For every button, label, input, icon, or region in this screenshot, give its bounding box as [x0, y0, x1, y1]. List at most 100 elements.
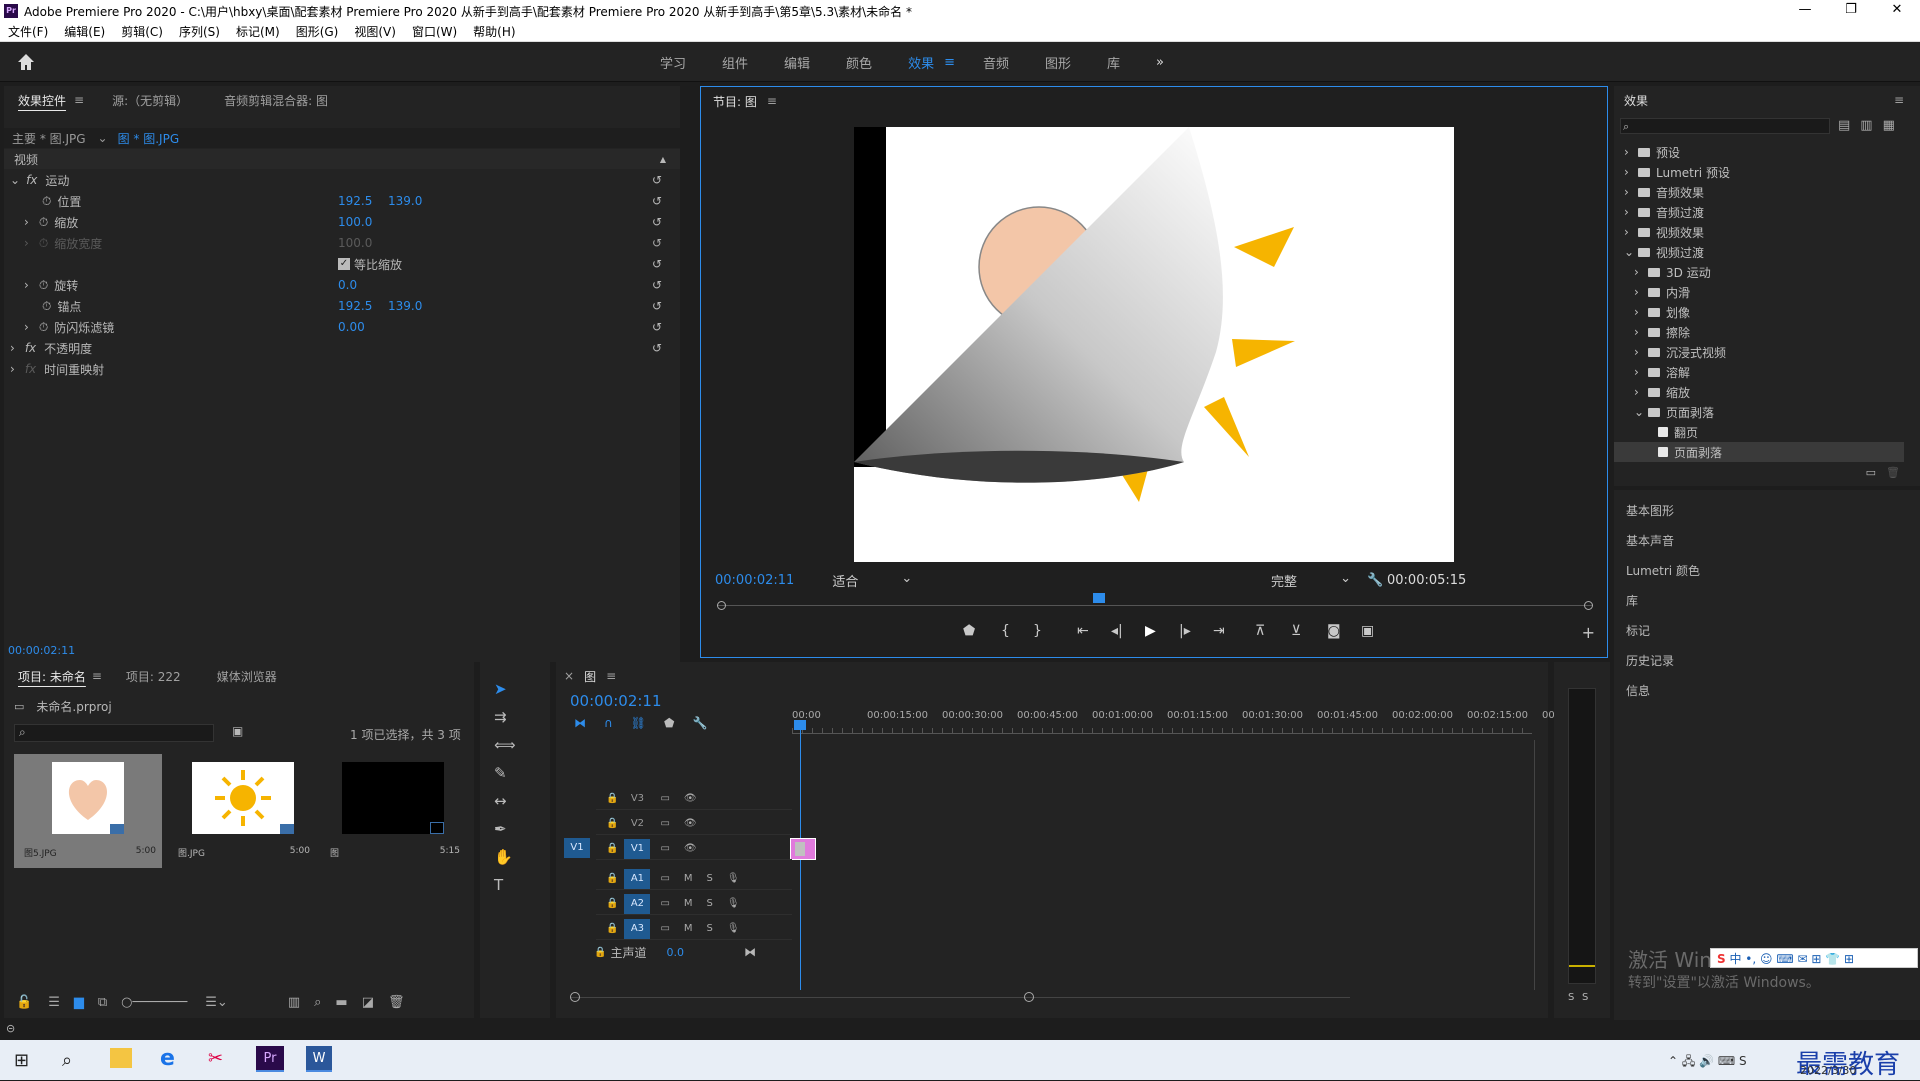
- track-target[interactable]: A3: [624, 918, 651, 939]
- effects-tree-item[interactable]: › 预设: [1614, 142, 1904, 162]
- reset-icon[interactable]: ↺: [652, 341, 662, 355]
- workspace-tab-effects[interactable]: 效果: [908, 53, 934, 72]
- meter-solo-right[interactable]: S: [1582, 992, 1588, 1003]
- lock-icon[interactable]: 🔓: [16, 995, 32, 1010]
- step-forward-icon[interactable]: |▸: [1179, 623, 1191, 639]
- timeline-ruler[interactable]: 00:00 00:00:15:00 00:00:30:00 00:00:45:00 00…: [792, 706, 1558, 736]
- chevron-right-icon[interactable]: ›: [10, 341, 15, 355]
- workspace-tab-learn[interactable]: 学习: [660, 53, 686, 72]
- panel-section-tab[interactable]: 历史记录: [1626, 652, 1674, 669]
- workspace-tab-color[interactable]: 颜色: [846, 53, 872, 72]
- yuv-effects-icon[interactable]: ▦: [1883, 118, 1895, 133]
- mute-button[interactable]: M: [684, 923, 693, 934]
- sequence-tab[interactable]: 图: [584, 668, 596, 685]
- reset-icon[interactable]: ↺: [652, 236, 662, 250]
- solo-button[interactable]: S: [707, 898, 713, 909]
- chevron-right-icon[interactable]: ›: [1624, 225, 1638, 239]
- solo-button[interactable]: S: [707, 873, 713, 884]
- menu-edit[interactable]: 编辑(E): [56, 23, 113, 40]
- master-volume[interactable]: 0.0: [666, 946, 684, 959]
- menu-window[interactable]: 窗口(W): [404, 23, 465, 40]
- system-tray-icons[interactable]: ⌃ 🖧 🔊 ⌨ S: [1668, 1052, 1747, 1073]
- eye-icon[interactable]: 👁: [684, 793, 697, 804]
- chevron-right-icon[interactable]: ›: [1634, 265, 1648, 279]
- find-bin-icon[interactable]: ▣: [232, 724, 243, 738]
- chevron-right-icon[interactable]: ›: [1634, 285, 1648, 299]
- track-target[interactable]: V1: [624, 838, 651, 859]
- chevron-down-icon[interactable]: ⌄: [10, 173, 20, 187]
- type-tool-icon[interactable]: T: [494, 876, 516, 894]
- reset-icon[interactable]: ↺: [652, 278, 662, 292]
- effects-tree-item[interactable]: › 视频效果: [1614, 222, 1904, 242]
- panel-section-tab[interactable]: 基本图形: [1626, 502, 1674, 519]
- fx-icon[interactable]: fx: [25, 341, 36, 355]
- timeline-playhead-handle[interactable]: [794, 720, 806, 730]
- sogou-ime-icon[interactable]: S: [1717, 952, 1726, 966]
- sort-icons-icon[interactable]: ☰⌄: [205, 995, 228, 1010]
- go-to-end-icon[interactable]: ⧓: [744, 945, 756, 959]
- go-to-out-icon[interactable]: ⇥: [1213, 623, 1225, 639]
- mute-button[interactable]: M: [684, 898, 693, 909]
- lock-icon[interactable]: 🔒: [606, 843, 618, 854]
- automate-to-sequence-icon[interactable]: ▥: [288, 995, 300, 1010]
- chevron-right-icon[interactable]: ›: [1624, 185, 1638, 199]
- pen-tool-icon[interactable]: ✒: [494, 820, 516, 838]
- reset-icon[interactable]: ↺: [652, 320, 662, 334]
- clip-thumbnail-heart[interactable]: 图5.JPG 5:00: [14, 754, 162, 868]
- program-monitor-title[interactable]: 节目: 图: [713, 93, 757, 110]
- menu-help[interactable]: 帮助(H): [465, 23, 523, 40]
- workspace-tab-audio[interactable]: 音频: [983, 53, 1009, 72]
- menu-clip[interactable]: 剪辑(C): [113, 23, 171, 40]
- chevron-down-icon[interactable]: ⌄: [1634, 405, 1648, 419]
- property-value-2[interactable]: 139.0: [388, 299, 422, 313]
- timeline-horizontal-scroll[interactable]: [570, 992, 1350, 1004]
- property-value-2[interactable]: 139.0: [388, 194, 422, 208]
- stopwatch-icon[interactable]: ⏱: [39, 215, 48, 230]
- icon-view-icon[interactable]: ▆: [74, 995, 84, 1010]
- transition-marker[interactable]: [795, 842, 805, 856]
- v1-source-patch[interactable]: V1: [564, 838, 590, 858]
- add-marker-icon[interactable]: ⬟: [963, 623, 975, 639]
- track-target[interactable]: V3: [624, 789, 650, 809]
- property-value[interactable]: 0.0: [338, 278, 357, 292]
- workspace-menu-icon[interactable]: ≡: [944, 55, 955, 70]
- fx-icon[interactable]: fx: [26, 173, 37, 187]
- new-bin-icon[interactable]: ▭: [1866, 466, 1876, 479]
- menu-graphics[interactable]: 图形(G): [288, 23, 347, 40]
- stopwatch-icon[interactable]: ⏱: [42, 194, 51, 209]
- workspace-tab-assembly[interactable]: 组件: [722, 53, 748, 72]
- reset-icon[interactable]: ↺: [652, 173, 662, 187]
- ime-toolbar[interactable]: S 中 •, ☺ ⌨ ✉ ⊞ 👕 ⊞: [1710, 948, 1918, 968]
- lock-icon[interactable]: 🔒: [606, 873, 618, 884]
- freeform-view-icon[interactable]: ⧉: [98, 995, 107, 1010]
- property-value[interactable]: 100.0: [338, 215, 372, 229]
- eye-icon[interactable]: 👁: [684, 843, 697, 854]
- microphone-icon[interactable]: 🎙: [727, 898, 740, 909]
- reset-icon[interactable]: ↺: [652, 257, 662, 271]
- new-item-icon[interactable]: ◪: [362, 995, 374, 1010]
- effect-controls-timecode[interactable]: 00:00:02:11: [8, 644, 75, 657]
- maximize-button[interactable]: ❐: [1828, 0, 1874, 22]
- tab-media-browser[interactable]: 媒体浏览器: [217, 668, 277, 685]
- quality-dropdown[interactable]: 完整 ⌄: [1271, 571, 1351, 590]
- mark-in-icon[interactable]: {: [1001, 623, 1010, 639]
- timeline-vertical-scroll[interactable]: [1530, 740, 1540, 990]
- linked-selection-icon[interactable]: ⛓: [631, 716, 646, 730]
- panel-menu-icon[interactable]: ≡: [1894, 93, 1904, 107]
- panel-menu-icon[interactable]: ≡: [92, 669, 102, 683]
- play-icon[interactable]: ▶: [1145, 623, 1156, 639]
- effects-tree-item[interactable]: ⌄ 视频过渡: [1614, 242, 1904, 262]
- clip-thumbnail-sequence[interactable]: 图 5:15: [322, 754, 470, 868]
- reset-icon[interactable]: ↺: [652, 215, 662, 229]
- menu-view[interactable]: 视图(V): [346, 23, 404, 40]
- more-workspaces-icon[interactable]: »: [1156, 55, 1164, 70]
- workspace-tab-graphics[interactable]: 图形: [1045, 53, 1071, 72]
- chevron-right-icon[interactable]: ›: [24, 320, 29, 334]
- chevron-right-icon[interactable]: ›: [1634, 325, 1648, 339]
- trash-icon[interactable]: 🗑: [388, 995, 405, 1010]
- add-marker-icon[interactable]: ⬟: [664, 716, 674, 730]
- property-value[interactable]: 192.5: [338, 299, 372, 313]
- chevron-right-icon[interactable]: ›: [10, 362, 15, 376]
- track-target[interactable]: A1: [624, 868, 651, 889]
- effects-tree-item[interactable]: ⌄ 页面剥落: [1614, 402, 1904, 422]
